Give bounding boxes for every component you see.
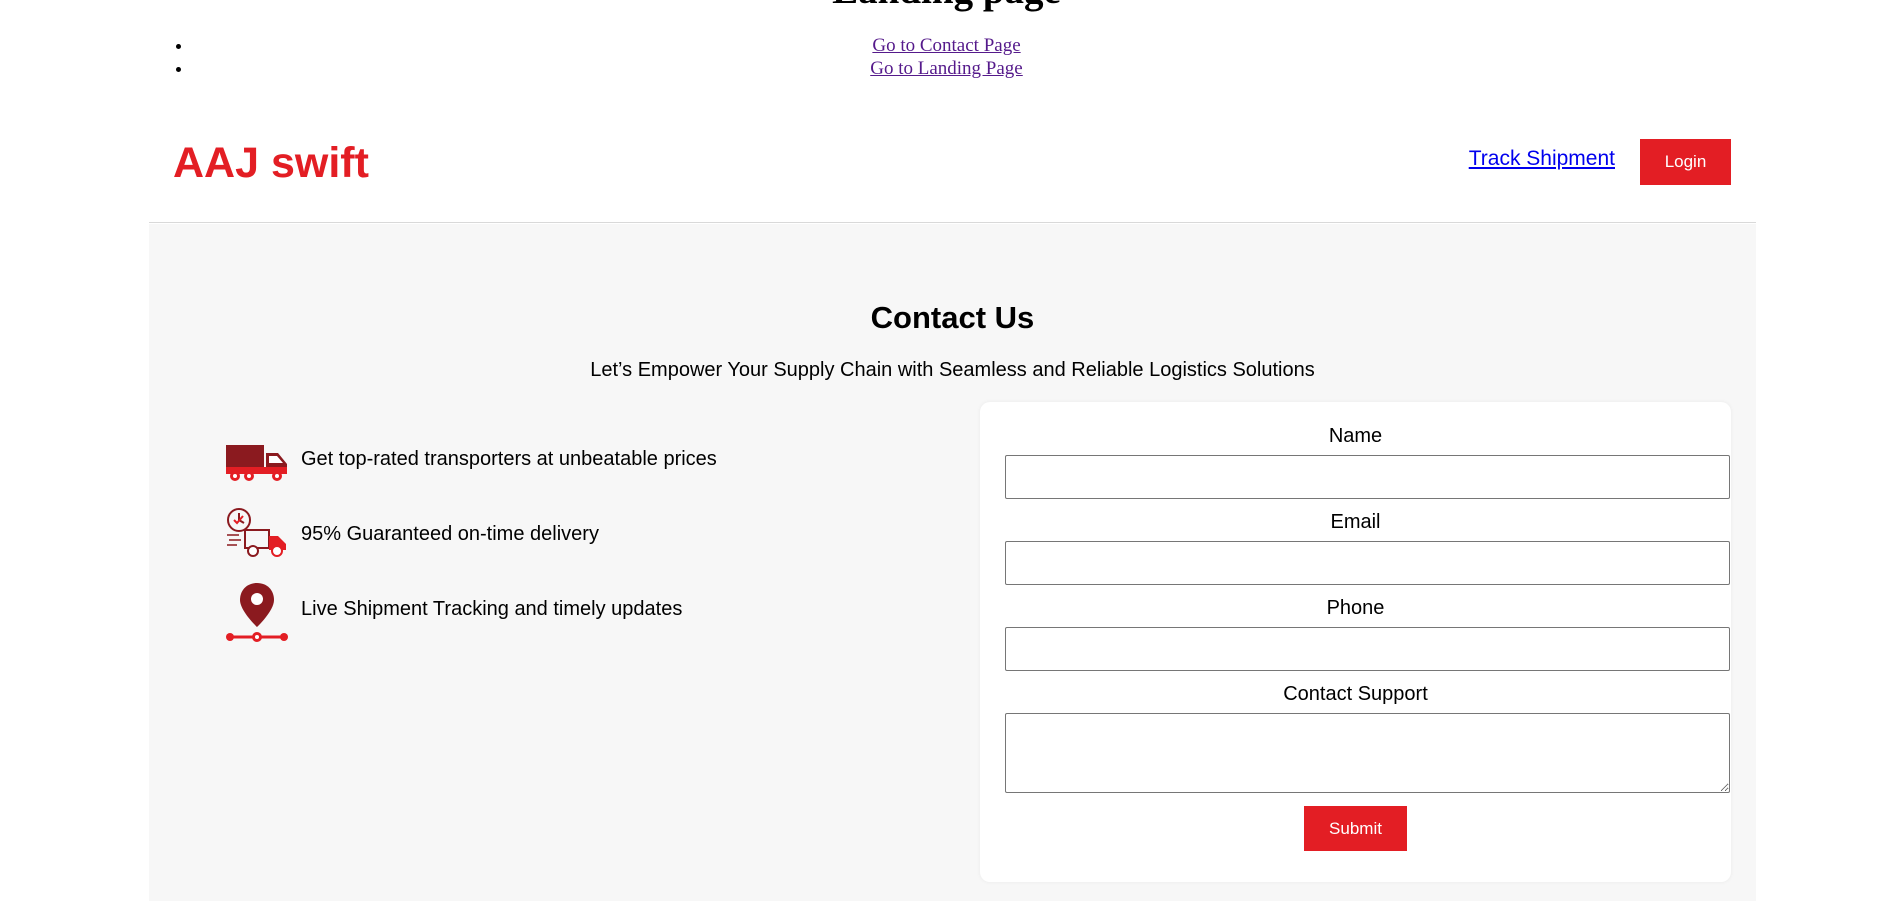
email-field[interactable] xyxy=(1005,541,1730,585)
page-heading: Landing page xyxy=(0,0,1893,13)
delivery-clock-icon xyxy=(225,506,289,570)
feature-item: Live Shipment Tracking and timely update… xyxy=(225,581,925,656)
contact-form: Name Email Phone Contact Support Submit xyxy=(980,402,1731,882)
feature-text: Get top-rated transporters at unbeatable… xyxy=(301,448,717,470)
landing-page-link[interactable]: Go to Landing Page xyxy=(870,58,1023,79)
list-item: Go to Contact Page xyxy=(193,34,1893,57)
list-item: Go to Landing Page xyxy=(193,57,1893,80)
brand-logo[interactable]: AAJ swift xyxy=(173,139,369,187)
feature-text: Live Shipment Tracking and timely update… xyxy=(301,598,683,620)
feature-text: 95% Guaranteed on-time delivery xyxy=(301,523,599,545)
contact-support-textarea[interactable] xyxy=(1005,713,1730,793)
contact-section: Contact Us Let’s Empower Your Supply Cha… xyxy=(149,224,1756,901)
submit-button[interactable]: Submit xyxy=(1304,806,1407,851)
name-label: Name xyxy=(1328,425,1383,447)
feature-item: Get top-rated transporters at unbeatable… xyxy=(225,431,925,506)
login-button[interactable]: Login xyxy=(1640,139,1731,185)
contact-support-label: Contact Support xyxy=(1283,683,1428,705)
feature-item: 95% Guaranteed on-time delivery xyxy=(225,506,925,581)
location-pin-icon xyxy=(225,581,289,645)
contact-subtitle: Let’s Empower Your Supply Chain with Sea… xyxy=(590,359,1315,381)
contact-page-link[interactable]: Go to Contact Page xyxy=(872,35,1020,56)
feature-list: Get top-rated transporters at unbeatable… xyxy=(225,431,925,656)
contact-title: Contact Us xyxy=(870,300,1035,335)
name-field[interactable] xyxy=(1005,455,1730,499)
phone-label: Phone xyxy=(1326,597,1385,619)
track-shipment-link[interactable]: Track Shipment xyxy=(1469,147,1615,171)
phone-field[interactable] xyxy=(1005,627,1730,671)
email-label: Email xyxy=(1330,511,1381,533)
page-nav-list: Go to Contact Page Go to Landing Page xyxy=(0,34,1893,80)
navbar: AAJ swift Track Shipment Login xyxy=(149,107,1756,223)
truck-icon xyxy=(225,431,289,495)
